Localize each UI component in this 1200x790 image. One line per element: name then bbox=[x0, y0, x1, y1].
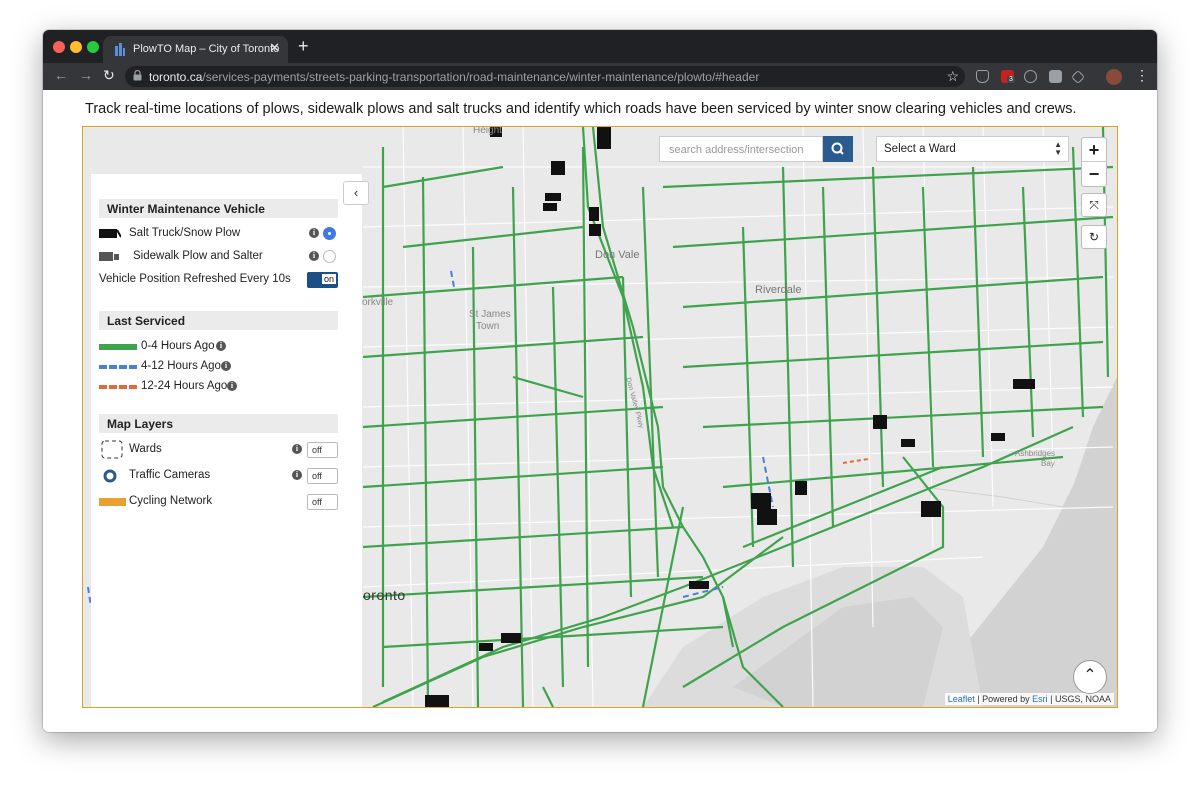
collapse-panel-button[interactable]: ‹ bbox=[343, 181, 369, 205]
place-label-riverdale: Riverdale bbox=[755, 284, 802, 296]
blue-dashed-swatch bbox=[99, 365, 137, 369]
cycling-row: Cycling Network off bbox=[99, 492, 344, 512]
place-label-st-james: St James bbox=[469, 309, 511, 320]
info-icon[interactable]: i bbox=[221, 361, 231, 371]
plow-map[interactable]: Height Don Vale Riverdale St James Town … bbox=[82, 126, 1118, 708]
profile-avatar[interactable] bbox=[1106, 69, 1122, 85]
sidewalk-plow-label: Sidewalk Plow and Salter bbox=[133, 250, 263, 262]
range-12-24-label: 12-24 Hours Ago bbox=[141, 380, 228, 392]
legend-panel: Winter Maintenance Vehicle Salt Truck/Sn… bbox=[91, 174, 362, 707]
info-icon[interactable]: i bbox=[309, 228, 319, 238]
place-label-don-vale: Don Vale bbox=[595, 249, 640, 261]
layers-extension-icon[interactable] bbox=[1070, 69, 1086, 85]
salt-truck-radio[interactable] bbox=[323, 227, 336, 240]
back-icon[interactable]: ← bbox=[54, 67, 68, 83]
place-label-heights: Height bbox=[473, 126, 502, 136]
new-tab-button[interactable]: + bbox=[298, 36, 309, 57]
place-label-town: Town bbox=[476, 321, 500, 332]
cameras-label: Traffic Cameras bbox=[129, 469, 211, 481]
reload-icon[interactable]: ↻ bbox=[103, 67, 115, 84]
browser-window: PlowTO Map – City of Toronto ✕ + ← → ↻ t… bbox=[43, 30, 1157, 732]
address-bar[interactable]: toronto.ca/services-payments/streets-par… bbox=[125, 66, 965, 87]
salt-truck-label: Salt Truck/Snow Plow bbox=[129, 227, 241, 239]
city-favicon-icon bbox=[115, 43, 125, 56]
last-serviced-title: Last Serviced bbox=[99, 311, 338, 330]
range-0-4-label: 0-4 Hours Ago bbox=[141, 340, 215, 352]
maximize-window-button[interactable] bbox=[87, 41, 99, 53]
privacy-extension-icon[interactable] bbox=[1024, 70, 1037, 83]
green-line-swatch bbox=[99, 344, 137, 350]
leaflet-link[interactable]: Leaflet bbox=[948, 694, 975, 704]
refresh-label: Vehicle Position Refreshed Every 10s bbox=[99, 273, 291, 285]
place-label-toronto: oronto bbox=[363, 587, 406, 603]
wards-label: Wards bbox=[129, 443, 162, 455]
esri-link[interactable]: Esri bbox=[1032, 694, 1048, 704]
refresh-row: Vehicle Position Refreshed Every 10s on bbox=[99, 270, 344, 290]
orange-dashed-swatch bbox=[99, 385, 137, 389]
cycling-label: Cycling Network bbox=[129, 495, 213, 507]
lock-icon bbox=[133, 70, 142, 81]
traffic-camera-icon bbox=[103, 469, 117, 483]
browser-toolbar: ← → ↻ toronto.ca/services-payments/stree… bbox=[43, 63, 1157, 90]
ward-select[interactable]: Select a Ward ▲ ▼ bbox=[876, 136, 1069, 162]
zoom-in-button[interactable]: + bbox=[1082, 138, 1106, 162]
search-button[interactable] bbox=[823, 136, 853, 162]
info-icon[interactable]: i bbox=[216, 341, 226, 351]
zoom-out-button[interactable]: − bbox=[1082, 162, 1106, 186]
close-window-button[interactable] bbox=[53, 41, 65, 53]
place-label-yorkville: orkville bbox=[362, 297, 394, 308]
cameras-row: Traffic Cameras i off bbox=[99, 466, 344, 486]
legend-12-24: 12-24 Hours Ago i bbox=[99, 377, 344, 397]
page-content: Track real-time locations of plows, side… bbox=[43, 90, 1157, 732]
wards-row: Wards i off bbox=[99, 440, 344, 460]
tab-plowto[interactable]: PlowTO Map – City of Toronto ✕ bbox=[103, 36, 288, 63]
sidewalk-plow-icon bbox=[99, 252, 119, 261]
scroll-to-top-button[interactable]: ⌃ bbox=[1073, 660, 1107, 694]
sidewalk-plow-row[interactable]: Sidewalk Plow and Salter i bbox=[99, 247, 344, 267]
map-layers-title: Map Layers bbox=[99, 414, 338, 433]
zoom-control: + − bbox=[1081, 137, 1107, 187]
tab-close-icon[interactable]: ✕ bbox=[269, 40, 280, 56]
info-icon[interactable]: i bbox=[292, 470, 302, 480]
tab-title: PlowTO Map – City of Toronto bbox=[133, 43, 280, 55]
minimize-window-button[interactable] bbox=[70, 41, 82, 53]
range-4-12-label: 4-12 Hours Ago bbox=[141, 360, 221, 372]
cameras-toggle[interactable]: off bbox=[307, 468, 338, 484]
place-label-ashbridges: Ashbridges bbox=[1015, 449, 1056, 458]
map-attribution: Leaflet | Powered by Esri | USGS, NOAA bbox=[944, 693, 1114, 705]
legend-0-4: 0-4 Hours Ago i bbox=[99, 337, 344, 357]
tab-bar: PlowTO Map – City of Toronto ✕ + bbox=[43, 30, 1157, 63]
salt-truck-icon bbox=[99, 229, 121, 238]
info-icon[interactable]: i bbox=[227, 381, 237, 391]
cycling-toggle[interactable]: off bbox=[307, 494, 338, 510]
ublock-extension-icon[interactable]: 3 bbox=[1001, 70, 1015, 83]
search-input[interactable]: search address/intersection bbox=[659, 136, 823, 162]
ward-select-value: Select a Ward bbox=[884, 143, 956, 155]
browser-menu-icon[interactable]: ⋮ bbox=[1135, 67, 1149, 84]
intro-text: Track real-time locations of plows, side… bbox=[85, 101, 1077, 117]
keyboard-extension-icon[interactable] bbox=[1049, 70, 1062, 83]
sidewalk-plow-radio[interactable] bbox=[323, 250, 336, 263]
select-arrows-icon: ▲ ▼ bbox=[1054, 140, 1062, 157]
refresh-toggle[interactable]: on bbox=[307, 272, 338, 288]
info-icon[interactable]: i bbox=[292, 444, 302, 454]
wards-toggle[interactable]: off bbox=[307, 442, 338, 458]
extension-badge: 3 bbox=[1007, 76, 1015, 83]
legend-4-12: 4-12 Hours Ago i bbox=[99, 357, 344, 377]
vehicle-section-title: Winter Maintenance Vehicle bbox=[99, 199, 338, 218]
place-label-bay: Bay bbox=[1041, 459, 1055, 468]
url-text: toronto.ca/services-payments/streets-par… bbox=[149, 70, 760, 84]
cycling-swatch bbox=[99, 498, 126, 506]
salt-truck-row[interactable]: Salt Truck/Snow Plow i bbox=[99, 224, 344, 244]
forward-icon[interactable]: → bbox=[79, 67, 93, 83]
search-icon bbox=[831, 142, 844, 155]
info-icon[interactable]: i bbox=[309, 251, 319, 261]
search-placeholder: search address/intersection bbox=[669, 144, 804, 156]
bookmark-star-icon[interactable]: ☆ bbox=[946, 68, 959, 85]
wards-icon bbox=[101, 440, 123, 459]
pocket-extension-icon[interactable] bbox=[976, 70, 989, 83]
fullscreen-button[interactable]: ⤧ bbox=[1081, 193, 1107, 217]
map-refresh-button[interactable]: ↻ bbox=[1081, 225, 1107, 249]
